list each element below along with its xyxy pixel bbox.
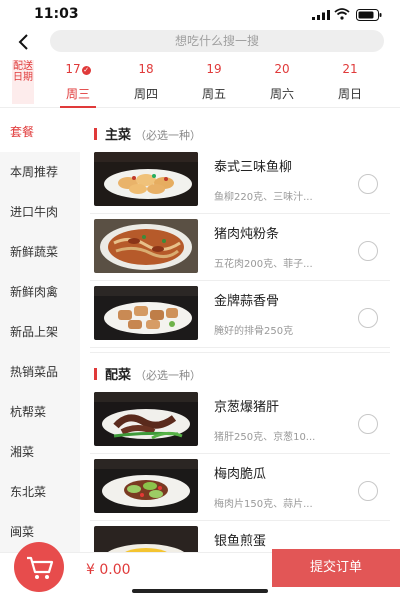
date-tab-saturday[interactable]: 20 周六 (248, 56, 316, 108)
category-item-fresh-vegetables[interactable]: 新鲜蔬菜 (0, 232, 80, 272)
dish-image (94, 152, 198, 206)
weekday-label: 周六 (269, 87, 294, 101)
category-item-hunan-cuisine[interactable]: 湘菜 (0, 432, 80, 472)
category-item-hangzhou-cuisine[interactable]: 杭帮菜 (0, 392, 80, 432)
section-title: 主菜 (105, 128, 132, 143)
date-number: 17 ✓ (65, 62, 91, 76)
dish-description: 腌好的排骨250克 (214, 326, 294, 337)
select-radio[interactable] (358, 414, 378, 434)
status-time: 11:03 (34, 6, 79, 22)
date-number: 21 (342, 62, 358, 76)
weekday-label: 周四 (133, 87, 158, 101)
dish-row[interactable]: 银鱼煎蛋 (90, 522, 390, 552)
dish-image (94, 286, 198, 340)
section-note: （必选一种） (135, 129, 202, 142)
select-radio[interactable] (358, 241, 378, 261)
dish-row[interactable]: 猪肉炖粉条 五花肉200克、菲子... (90, 215, 390, 281)
category-item-northeast-cuisine[interactable]: 东北菜 (0, 472, 80, 512)
wifi-icon (334, 8, 350, 20)
select-radio[interactable] (358, 481, 378, 501)
select-radio[interactable] (358, 174, 378, 194)
dish-list: 主菜 （必选一种） 泰式三味鱼柳 鱼柳220克、三味汁... 猪肉炖粉条 五花肉… (80, 112, 400, 552)
dish-image (94, 526, 198, 552)
status-bar: 11:03 (0, 0, 400, 26)
category-item-new-arrivals[interactable]: 新品上架 (0, 312, 80, 352)
category-item-imported-beef[interactable]: 进口牛肉 (0, 192, 80, 232)
date-number: 18 (138, 62, 154, 76)
category-item-fresh-meat[interactable]: 新鲜肉禽 (0, 272, 80, 312)
dish-image (94, 219, 198, 273)
section-marker (94, 128, 97, 140)
date-tab-thursday[interactable]: 18 周四 (112, 56, 180, 108)
section-header-main: 主菜 （必选一种） (94, 124, 201, 144)
dish-image (94, 392, 198, 446)
section-note: （必选一种） (135, 369, 202, 382)
dish-description: 五花肉200克、菲子... (214, 259, 313, 270)
category-sidebar: 套餐 本周推荐 进口牛肉 新鲜蔬菜 新鲜肉禽 新品上架 热销菜品 杭帮菜 湘菜 … (0, 112, 80, 552)
section-marker (94, 368, 97, 380)
dish-name: 京葱爆猪肝 (214, 400, 280, 415)
app-screen: 11:03 想吃什么搜一搜 配送日期 17 ✓ 周三 18 周四 19 周五 2… (0, 0, 400, 600)
weekday-label: 周日 (337, 87, 362, 101)
select-radio[interactable] (358, 308, 378, 328)
signal-icon (312, 10, 330, 20)
delivery-date-label: 配送日期 (12, 60, 34, 104)
dish-row[interactable]: 泰式三味鱼柳 鱼柳220克、三味汁... (90, 148, 390, 214)
dish-row[interactable]: 梅肉脆瓜 梅肉片150克、蒜片... (90, 455, 390, 521)
section-title: 配菜 (105, 368, 132, 383)
dish-name: 泰式三味鱼柳 (214, 160, 293, 175)
active-date-indicator (60, 106, 96, 108)
category-item-best-sellers[interactable]: 热销菜品 (0, 352, 80, 392)
check-icon: ✓ (81, 66, 91, 75)
cart-button[interactable] (14, 542, 64, 592)
date-tab-friday[interactable]: 19 周五 (180, 56, 248, 108)
dish-name: 金牌蒜香骨 (214, 294, 280, 309)
section-divider (90, 352, 390, 353)
home-indicator (132, 589, 268, 593)
submit-order-button[interactable]: 提交订单 (272, 549, 400, 587)
category-item-weekly-picks[interactable]: 本周推荐 (0, 152, 80, 192)
dish-name: 猪肉炖粉条 (214, 227, 280, 242)
date-number: 20 (274, 62, 290, 76)
dish-description: 猪肝250克、京葱10... (214, 432, 316, 443)
category-item-set-meal[interactable]: 套餐 (0, 112, 80, 152)
dish-description: 梅肉片150克、蒜片... (214, 499, 313, 510)
cart-total: ¥ 0.00 (86, 562, 131, 578)
dish-row[interactable]: 金牌蒜香骨 腌好的排骨250克 (90, 282, 390, 348)
search-input[interactable]: 想吃什么搜一搜 (50, 30, 384, 52)
weekday-label: 周五 (201, 87, 226, 101)
date-number: 19 (206, 62, 222, 76)
cart-icon (27, 556, 54, 579)
dish-name: 银鱼煎蛋 (214, 534, 267, 549)
dish-description: 鱼柳220克、三味汁... (214, 192, 313, 203)
date-tab-sunday[interactable]: 21 周日 (316, 56, 384, 108)
dish-image (94, 459, 198, 513)
battery-icon (356, 9, 382, 21)
section-header-side: 配菜 （必选一种） (94, 364, 201, 384)
dish-row[interactable]: 京葱爆猪肝 猪肝250克、京葱10... (90, 388, 390, 454)
weekday-label: 周三 (65, 87, 90, 101)
back-arrow-icon[interactable] (14, 32, 34, 52)
date-tab-wednesday[interactable]: 17 ✓ 周三 (44, 56, 112, 108)
dish-name: 梅肉脆瓜 (214, 467, 267, 482)
